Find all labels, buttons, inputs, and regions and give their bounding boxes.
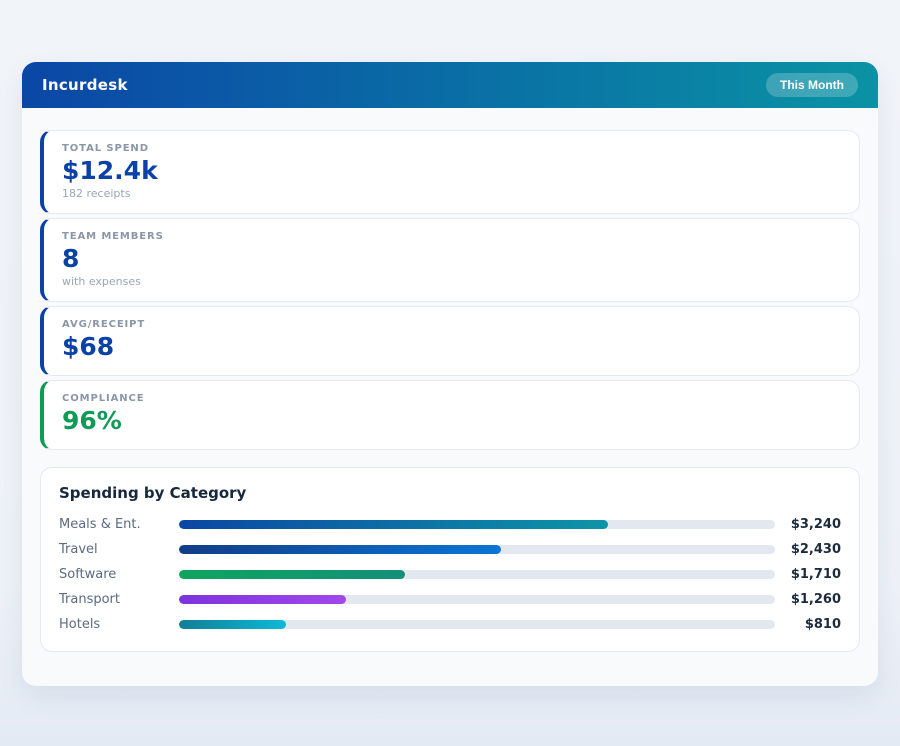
stat-value: 8 <box>62 244 841 274</box>
stat-value: $12.4k <box>62 156 841 186</box>
spending-chart-card: Spending by Category Meals & Ent. $3,240 T… <box>40 467 860 652</box>
category-label: Meals & Ent. <box>59 517 179 532</box>
category-label: Hotels <box>59 617 179 632</box>
chart-row: Meals & Ent. $3,240 <box>59 512 841 537</box>
stat-sub: 182 receipts <box>62 187 841 200</box>
bar-value: $1,260 <box>785 592 841 607</box>
dashboard-container: Incurdesk This Month TOTAL SPEND $12.4k … <box>22 62 878 686</box>
bar-fill <box>179 545 501 554</box>
app-body: TOTAL SPEND $12.4k 182 receipts TEAM MEM… <box>22 108 878 674</box>
chart-rows: Meals & Ent. $3,240 Travel $2,430 Software $1… <box>59 512 841 637</box>
period-badge[interactable]: This Month <box>766 73 858 97</box>
stat-sub: with expenses <box>62 275 841 288</box>
app-header: Incurdesk This Month <box>22 62 878 108</box>
bar-track <box>179 620 775 629</box>
stat-card: TOTAL SPEND $12.4k 182 receipts <box>40 130 860 214</box>
stat-card: TEAM MEMBERS 8 with expenses <box>40 218 860 302</box>
chart-row: Hotels $810 <box>59 612 841 637</box>
bar-fill <box>179 620 286 629</box>
bar-track <box>179 570 775 579</box>
bar-track <box>179 595 775 604</box>
stat-value: 96% <box>62 406 841 436</box>
chart-row: Transport $1,260 <box>59 587 841 612</box>
bar-value: $810 <box>785 617 841 632</box>
chart-row: Travel $2,430 <box>59 537 841 562</box>
stat-card: COMPLIANCE 96% <box>40 380 860 450</box>
bar-track <box>179 545 775 554</box>
bar-value: $3,240 <box>785 517 841 532</box>
app-title: Incurdesk <box>42 76 128 94</box>
stat-label: TEAM MEMBERS <box>62 231 841 242</box>
category-label: Transport <box>59 592 179 607</box>
bar-value: $2,430 <box>785 542 841 557</box>
stat-value: $68 <box>62 332 841 362</box>
stat-label: COMPLIANCE <box>62 393 841 404</box>
bar-value: $1,710 <box>785 567 841 582</box>
stat-label: AVG/RECEIPT <box>62 319 841 330</box>
category-label: Travel <box>59 542 179 557</box>
chart-row: Software $1,710 <box>59 562 841 587</box>
category-label: Software <box>59 567 179 582</box>
bar-fill <box>179 570 405 579</box>
stat-card: AVG/RECEIPT $68 <box>40 306 860 376</box>
bar-track <box>179 520 775 529</box>
bar-fill <box>179 595 346 604</box>
chart-title: Spending by Category <box>59 484 841 502</box>
stat-label: TOTAL SPEND <box>62 143 841 154</box>
bar-fill <box>179 520 608 529</box>
